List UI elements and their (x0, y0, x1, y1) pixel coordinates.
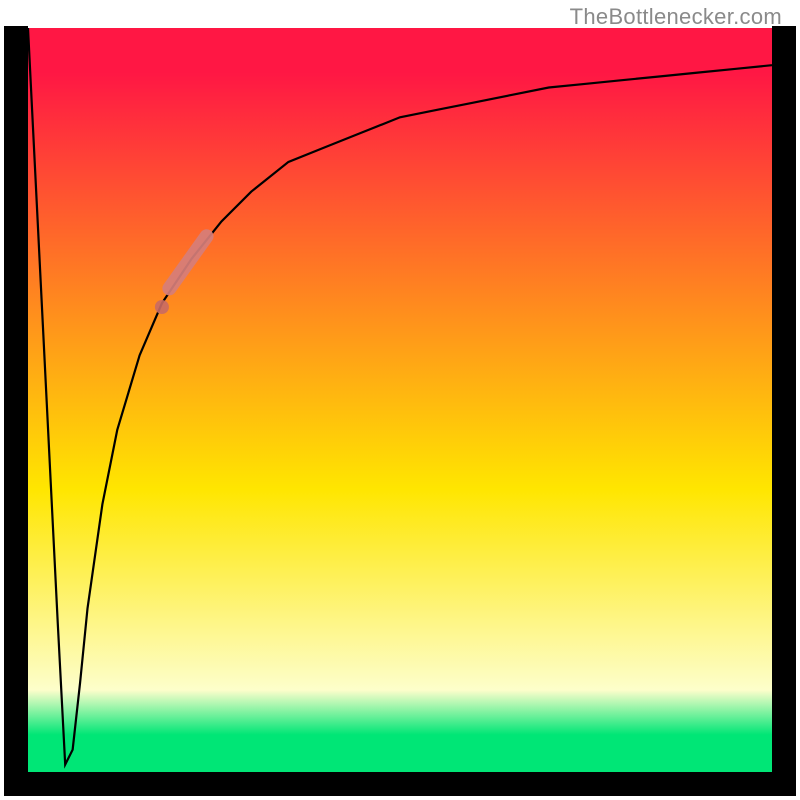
chart-canvas (0, 0, 800, 800)
frame-left (4, 26, 28, 796)
frame-bottom (4, 772, 796, 796)
curve-highlight-dot (155, 300, 169, 314)
watermark-text: TheBottlenecker.com (570, 4, 782, 30)
frame-right (772, 26, 796, 796)
bottleneck-chart: TheBottlenecker.com (0, 0, 800, 800)
gradient-background (28, 28, 772, 772)
